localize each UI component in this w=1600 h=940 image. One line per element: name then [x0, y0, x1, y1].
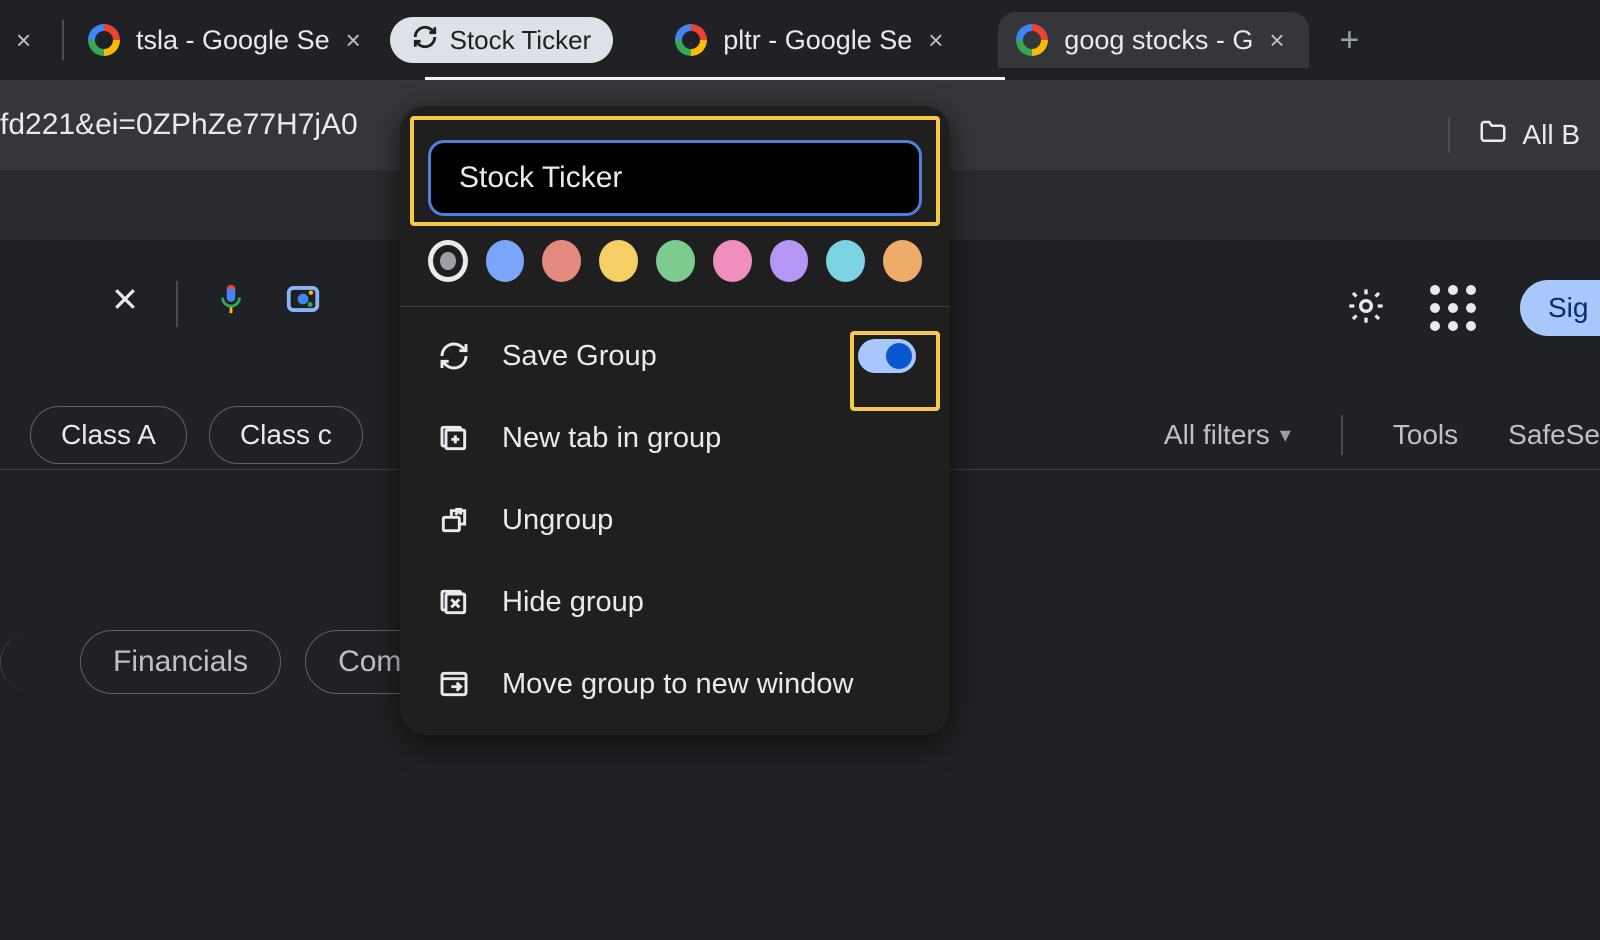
- safesearch-label[interactable]: SafeSe: [1508, 419, 1600, 451]
- url-text: fd221&ei=0ZPhZe77H7jA0: [0, 108, 358, 142]
- bookmarks-all-label: All B: [1522, 119, 1580, 151]
- color-swatch-cyan[interactable]: [826, 240, 865, 282]
- tab-title: tsla - Google Se: [136, 25, 330, 56]
- sync-icon: [434, 340, 474, 372]
- move-window-icon: [434, 668, 474, 700]
- color-swatch-purple[interactable]: [770, 240, 809, 282]
- lens-icon[interactable]: [284, 280, 322, 327]
- filter-chip-class-c[interactable]: Class c: [209, 406, 363, 464]
- tab-title: pltr - Google Se: [723, 25, 912, 56]
- annotation-highlight: [410, 116, 940, 226]
- tools-button[interactable]: Tools: [1393, 419, 1458, 451]
- tab-group-menu: Stock Ticker Save Group New tab in group…: [400, 106, 950, 735]
- apps-icon[interactable]: [1430, 285, 1476, 331]
- menu-label: Hide group: [502, 586, 644, 619]
- tab-tsla[interactable]: tsla - Google Se ×: [70, 12, 386, 68]
- group-color-row: [400, 234, 950, 302]
- filter-chip-class-a[interactable]: Class A: [30, 406, 187, 464]
- all-filters-label: All filters: [1164, 419, 1270, 451]
- menu-hide-group[interactable]: Hide group: [400, 561, 950, 643]
- sign-in-label: Sig: [1548, 292, 1588, 324]
- all-filters-dropdown[interactable]: All filters ▾: [1164, 419, 1291, 451]
- color-swatch-grey[interactable]: [428, 240, 468, 282]
- sign-in-button[interactable]: Sig: [1520, 280, 1600, 336]
- ungroup-icon: [434, 504, 474, 536]
- hide-icon: [434, 586, 474, 618]
- new-tab-button[interactable]: +: [1329, 20, 1369, 60]
- color-swatch-pink[interactable]: [713, 240, 752, 282]
- tab-goog-active[interactable]: goog stocks - G ×: [998, 12, 1309, 68]
- sync-icon: [412, 24, 438, 57]
- menu-label: Save Group: [502, 340, 657, 373]
- menu-label: Move group to new window: [502, 668, 853, 701]
- google-favicon-icon: [1016, 24, 1048, 56]
- new-tab-icon: [434, 422, 474, 454]
- chevron-down-icon: ▾: [1280, 422, 1291, 448]
- tab-group-label: Stock Ticker: [450, 25, 592, 56]
- tab-strip: × tsla - Google Se × Stock Ticker pltr -…: [0, 0, 1600, 80]
- save-group-toggle[interactable]: [858, 339, 916, 373]
- tab-pltr[interactable]: pltr - Google Se ×: [657, 12, 968, 68]
- menu-move-group[interactable]: Move group to new window: [400, 643, 950, 725]
- tab-close-prev[interactable]: ×: [0, 12, 56, 68]
- folder-icon: [1478, 117, 1508, 154]
- mic-icon[interactable]: [214, 282, 248, 325]
- financials-chip[interactable]: Financials: [80, 630, 281, 694]
- menu-label: New tab in group: [502, 422, 721, 455]
- color-swatch-orange[interactable]: [883, 240, 922, 282]
- clear-icon[interactable]: [110, 284, 140, 323]
- color-swatch-green[interactable]: [656, 240, 695, 282]
- google-favicon-icon: [675, 24, 707, 56]
- close-icon[interactable]: ×: [346, 29, 368, 51]
- tab-title: goog stocks - G: [1064, 25, 1253, 56]
- gear-icon[interactable]: [1346, 286, 1386, 331]
- color-swatch-red[interactable]: [542, 240, 581, 282]
- close-icon[interactable]: ×: [928, 29, 950, 51]
- color-swatch-yellow[interactable]: [599, 240, 638, 282]
- google-favicon-icon: [88, 24, 120, 56]
- overview-round-chip[interactable]: [0, 634, 56, 690]
- close-icon[interactable]: ×: [1269, 29, 1291, 51]
- bookmarks-all[interactable]: All B: [1420, 100, 1600, 170]
- color-swatch-blue[interactable]: [486, 240, 525, 282]
- close-icon[interactable]: ×: [16, 29, 38, 51]
- menu-ungroup[interactable]: Ungroup: [400, 479, 950, 561]
- tab-group-pill[interactable]: Stock Ticker: [390, 17, 614, 63]
- menu-label: Ungroup: [502, 504, 613, 537]
